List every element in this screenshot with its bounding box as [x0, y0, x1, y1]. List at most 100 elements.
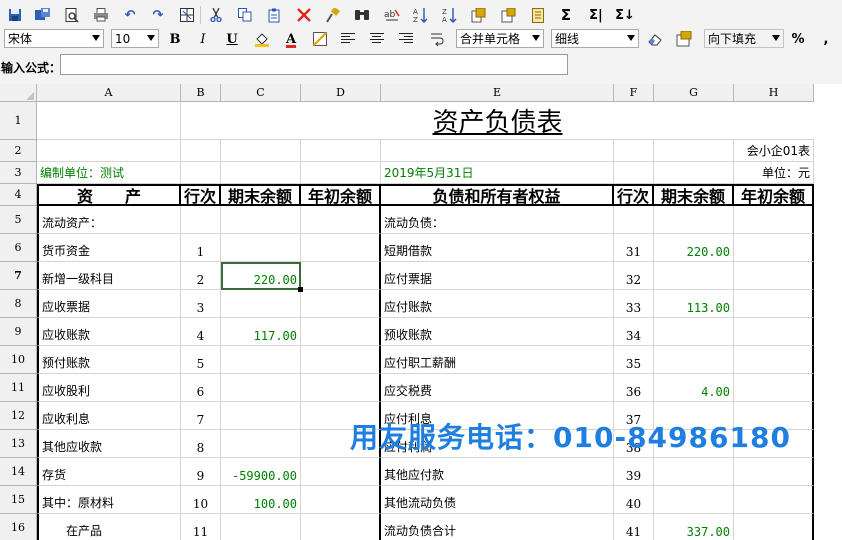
ending-balance-cell[interactable]: -59900.00	[221, 458, 301, 486]
column-header[interactable]: H	[734, 84, 814, 102]
find-icon[interactable]	[353, 6, 371, 24]
beginning-balance-cell[interactable]	[734, 346, 814, 374]
row-header[interactable]: 9	[0, 318, 37, 346]
row-header[interactable]: 8	[0, 290, 37, 318]
beginning-balance-cell[interactable]	[734, 262, 814, 290]
line-no-cell[interactable]: 10	[181, 486, 221, 514]
cell-style-icon[interactable]	[675, 30, 693, 48]
empty-cell[interactable]	[654, 140, 734, 162]
underline-button[interactable]: U	[223, 30, 241, 48]
font-color-button[interactable]: A	[282, 30, 300, 48]
grid-icon[interactable]	[178, 6, 196, 24]
border-style-select[interactable]: 细线	[551, 29, 639, 48]
beginning-balance-cell[interactable]	[301, 374, 381, 402]
asset-name-cell[interactable]: 货币资金	[37, 234, 181, 262]
header-beginning-balance[interactable]: 年初余额	[301, 184, 381, 206]
ending-balance-cell[interactable]: 220.00	[654, 234, 734, 262]
template-code[interactable]: 会小企01表	[734, 140, 814, 162]
row-header[interactable]: 10	[0, 346, 37, 374]
column-header[interactable]: D	[301, 84, 381, 102]
line-no-cell[interactable]: 34	[614, 318, 654, 346]
line-no-cell[interactable]: 36	[614, 374, 654, 402]
row-header[interactable]: 3	[0, 162, 37, 184]
insert-row-icon[interactable]	[470, 6, 488, 24]
line-no-cell[interactable]: 40	[614, 486, 654, 514]
beginning-balance-cell[interactable]	[301, 318, 381, 346]
line-no-cell[interactable]: 33	[614, 290, 654, 318]
empty-cell[interactable]	[37, 140, 181, 162]
header-line-no-2[interactable]: 行次	[614, 184, 654, 206]
asset-name-cell[interactable]: 其中：原材料	[37, 486, 181, 514]
print-preview-icon[interactable]	[63, 6, 81, 24]
sort-ascending-icon[interactable]: AZ	[412, 6, 430, 24]
beginning-balance-cell[interactable]	[301, 514, 381, 540]
beginning-balance-cell[interactable]	[301, 346, 381, 374]
insert-column-icon[interactable]	[500, 6, 518, 24]
line-no-cell[interactable]: 5	[181, 346, 221, 374]
asset-name-cell[interactable]: 应收账款	[37, 318, 181, 346]
line-no-cell[interactable]: 3	[181, 290, 221, 318]
line-no-cell[interactable]: 7	[181, 402, 221, 430]
italic-button[interactable]: I	[194, 30, 212, 48]
line-no-cell[interactable]: 2	[181, 262, 221, 290]
header-ending-balance[interactable]: 期末余额	[221, 184, 301, 206]
save-icon[interactable]	[6, 6, 24, 24]
line-no-cell[interactable]: 1	[181, 234, 221, 262]
ending-balance-cell[interactable]	[654, 206, 734, 234]
ending-balance-cell[interactable]	[221, 290, 301, 318]
row-header[interactable]: 14	[0, 458, 37, 486]
header-ending-balance-2[interactable]: 期末余额	[654, 184, 734, 206]
wrap-text-icon[interactable]	[428, 30, 446, 48]
beginning-balance-cell[interactable]	[734, 318, 814, 346]
row-header[interactable]: 7	[0, 262, 37, 290]
beginning-balance-cell[interactable]	[301, 486, 381, 514]
column-header[interactable]: C	[221, 84, 301, 102]
fill-direction-select[interactable]: 向下填充	[704, 29, 784, 48]
ending-balance-cell[interactable]: 337.00	[654, 514, 734, 540]
merge-cells-select[interactable]: 合并单元格	[456, 29, 544, 48]
paste-icon[interactable]	[266, 6, 284, 24]
sum-icon[interactable]: Σ	[557, 6, 575, 24]
report-title[interactable]: 资产负债表	[181, 102, 814, 140]
select-all-corner[interactable]	[0, 84, 37, 102]
ending-balance-cell[interactable]	[654, 486, 734, 514]
column-header[interactable]: G	[654, 84, 734, 102]
company-name[interactable]: 编制单位：测试	[37, 162, 181, 184]
eraser-icon[interactable]	[646, 30, 664, 48]
ending-balance-cell[interactable]	[654, 318, 734, 346]
sum-column-icon[interactable]: Σ↓	[614, 6, 636, 24]
fill-color-icon[interactable]	[253, 30, 271, 48]
bold-button[interactable]: B	[166, 30, 184, 48]
empty-cell[interactable]	[181, 140, 221, 162]
asset-name-cell[interactable]: 应收票据	[37, 290, 181, 318]
liability-name-cell[interactable]: 应付账款	[381, 290, 614, 318]
empty-cell[interactable]	[654, 162, 734, 184]
liability-name-cell[interactable]: 其他流动负债	[381, 486, 614, 514]
ending-balance-cell[interactable]	[221, 346, 301, 374]
header-beginning-balance-2[interactable]: 年初余额	[734, 184, 814, 206]
ending-balance-cell[interactable]	[221, 206, 301, 234]
liability-name-cell[interactable]: 短期借款	[381, 234, 614, 262]
beginning-balance-cell[interactable]	[734, 486, 814, 514]
liability-name-cell[interactable]: 流动负债合计	[381, 514, 614, 540]
row-header[interactable]: 1	[0, 102, 37, 140]
asset-name-cell[interactable]: 新增一级科目	[37, 262, 181, 290]
beginning-balance-cell[interactable]	[734, 290, 814, 318]
column-header[interactable]: E	[381, 84, 614, 102]
report-date[interactable]: 2019年5月31日	[381, 162, 614, 184]
ending-balance-cell[interactable]	[654, 458, 734, 486]
column-header[interactable]: F	[614, 84, 654, 102]
sort-descending-icon[interactable]: ZA	[441, 6, 459, 24]
ending-balance-cell[interactable]: 113.00	[654, 290, 734, 318]
row-header[interactable]: 2	[0, 140, 37, 162]
line-no-cell[interactable]: 39	[614, 458, 654, 486]
ending-balance-cell[interactable]: 4.00	[654, 374, 734, 402]
percent-button[interactable]: %	[789, 30, 807, 48]
ending-balance-cell[interactable]	[654, 346, 734, 374]
beginning-balance-cell[interactable]	[301, 458, 381, 486]
page-icon[interactable]	[529, 6, 547, 24]
empty-cell[interactable]	[221, 140, 301, 162]
asset-name-cell[interactable]: 存货	[37, 458, 181, 486]
asset-name-cell[interactable]: 流动资产：	[37, 206, 181, 234]
format-painter-icon[interactable]	[324, 6, 342, 24]
